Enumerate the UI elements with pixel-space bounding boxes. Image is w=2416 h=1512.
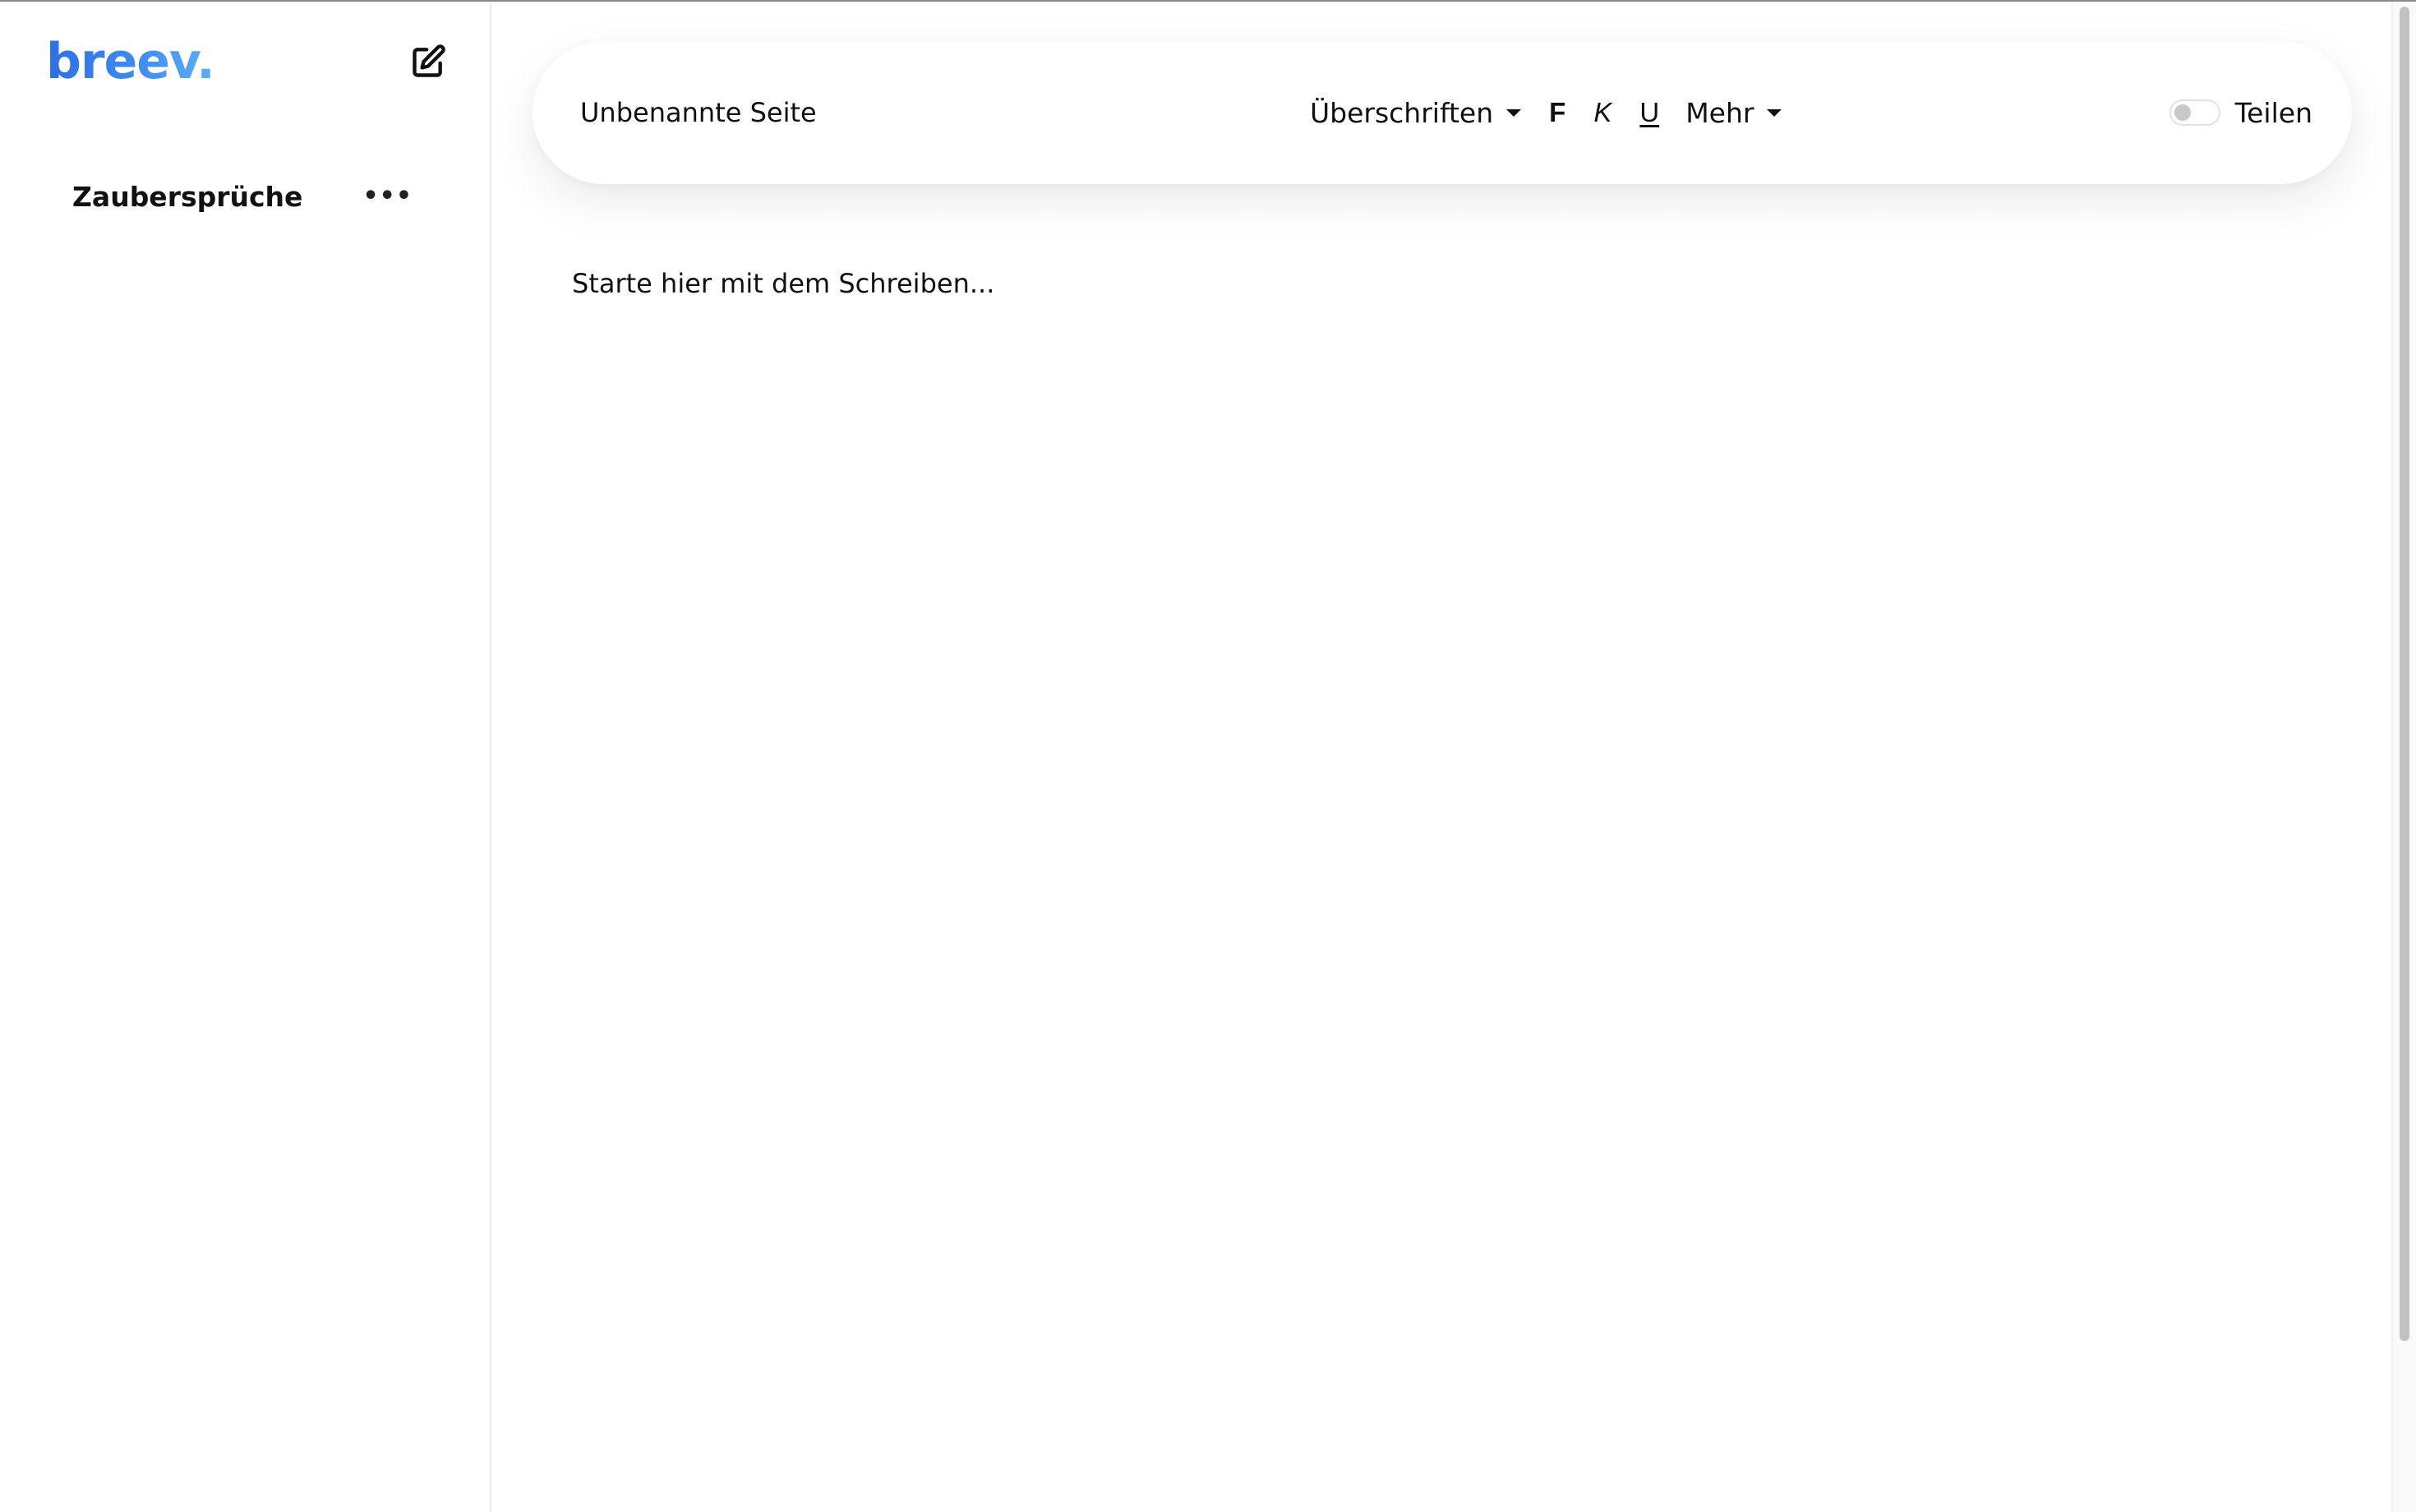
page-title-input[interactable] [580, 85, 1155, 140]
share-toggle[interactable] [2169, 99, 2220, 126]
share-control: Teilen [2169, 85, 2312, 140]
sidebar: breev. Zaubersprüche ••• [0, 2, 491, 1512]
sidebar-item-zaubersprueche[interactable]: Zaubersprüche ••• [49, 169, 436, 224]
more-horizontal-icon[interactable]: ••• [362, 184, 413, 209]
edit-icon [413, 44, 445, 77]
vertical-scrollbar[interactable] [2391, 2, 2416, 1512]
new-page-button[interactable] [408, 41, 449, 82]
more-dropdown[interactable]: Mehr [1685, 97, 1782, 129]
logo: breev. [46, 30, 215, 94]
editor-body[interactable]: Starte hier mit dem Schreiben... [572, 253, 2298, 1404]
format-controls: Überschriften F K U Mehr [1310, 85, 1782, 140]
underline-button[interactable]: U [1639, 97, 1659, 128]
headings-dropdown[interactable]: Überschriften [1310, 96, 1522, 129]
main-area: Überschriften F K U Mehr Teilen Starte h… [493, 2, 2391, 1512]
app-window: breev. Zaubersprüche ••• Überschriften F… [0, 0, 2416, 1512]
chevron-down-icon [1767, 108, 1782, 117]
headings-label: Überschriften [1310, 96, 1494, 129]
chevron-down-icon [1506, 108, 1522, 117]
toggle-knob [2174, 104, 2191, 121]
share-label: Teilen [2234, 96, 2312, 129]
scrollbar-thumb[interactable] [2400, 7, 2409, 1341]
bold-button[interactable]: F [1549, 97, 1565, 128]
more-label: Mehr [1685, 96, 1754, 129]
sidebar-item-label: Zaubersprüche [72, 180, 303, 213]
editor-placeholder: Starte hier mit dem Schreiben... [572, 268, 995, 299]
italic-button[interactable]: K [1593, 97, 1611, 128]
editor-toolbar: Überschriften F K U Mehr Teilen [533, 41, 2352, 184]
